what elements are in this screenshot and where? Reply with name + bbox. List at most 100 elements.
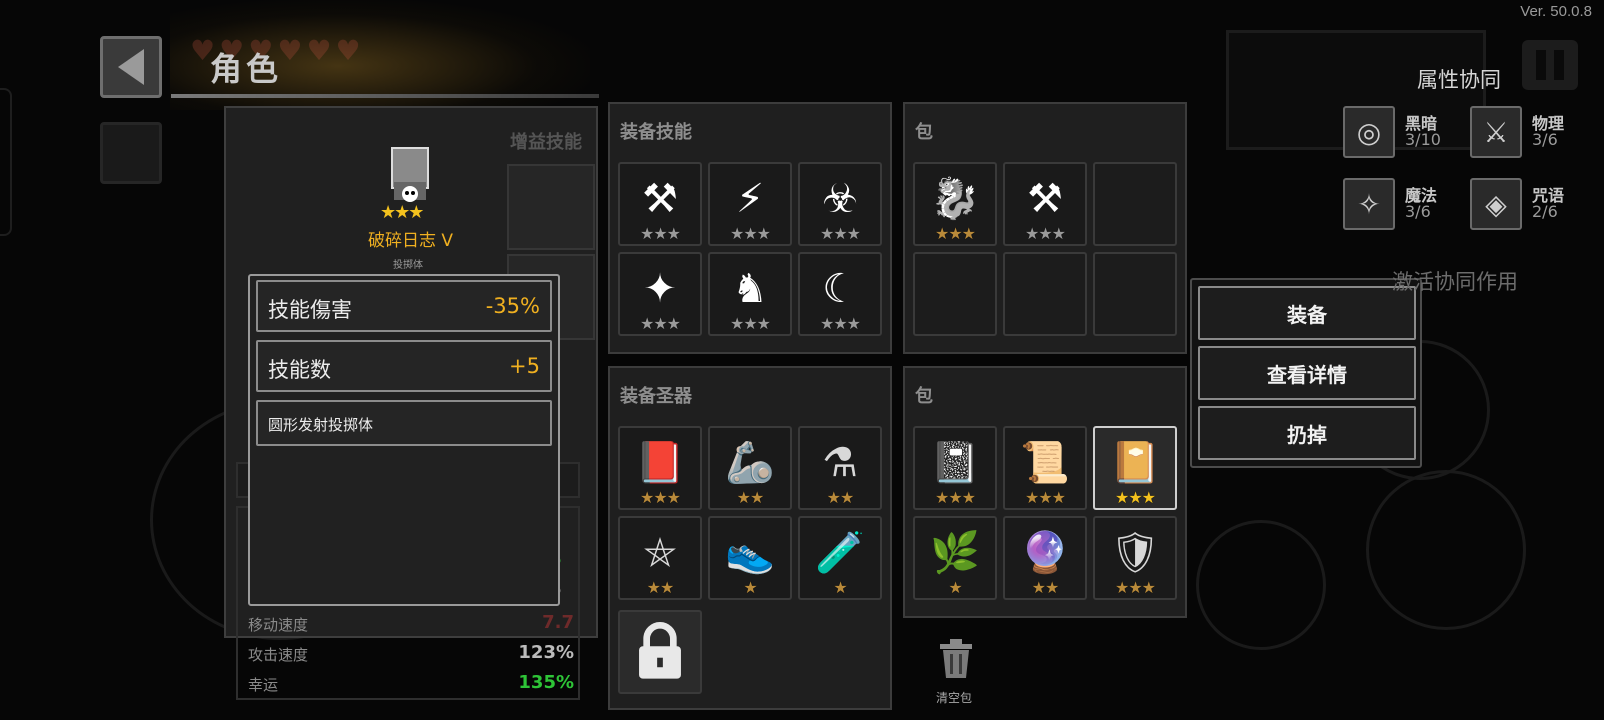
item-tooltip: 技能傷害 -35% 技能数 +5 圆形发射投掷体: [248, 274, 560, 606]
skill-bag-slot[interactable]: [1093, 162, 1177, 246]
synergy-item-spell[interactable]: ◈ 咒语 2/6: [1470, 178, 1604, 234]
star-rating: ★★★: [729, 224, 771, 243]
biohazard-icon: ☣: [822, 176, 858, 222]
star-rating: ★★: [736, 488, 765, 507]
star-rating: ★★: [826, 488, 855, 507]
pause-button[interactable]: [1522, 40, 1578, 90]
star-rating: ★★: [1031, 578, 1060, 597]
star-rating: ★★★: [639, 224, 681, 243]
star-rating: ★★★: [934, 224, 976, 243]
banner-shield-icon: 🛡: [1109, 530, 1161, 576]
synergy-title: 属性协同: [1417, 68, 1501, 92]
tooltip-stat: 技能数 +5: [256, 340, 552, 392]
menu-grid-button[interactable]: [100, 122, 162, 184]
dash-button-ring: [1196, 520, 1326, 650]
skill-bag-slot[interactable]: [913, 252, 997, 336]
crescent-slash-icon: ☾: [822, 266, 858, 312]
skill-bag-slot[interactable]: ⚒ ★★★: [1003, 162, 1087, 246]
star-rating: ★★★: [1114, 578, 1156, 597]
equip-relic-slot[interactable]: 🦾 ★★: [708, 426, 792, 510]
shuriken-icon: ✦: [643, 266, 677, 312]
dragon-icon: 🐉: [930, 176, 980, 222]
spiked-gauntlet-icon: 🦾: [725, 440, 775, 486]
star-diamond-icon: ✧: [1343, 178, 1395, 230]
equip-relic-slot[interactable]: 🧪 ★: [798, 516, 882, 600]
red-boot-icon: 👟: [725, 530, 775, 576]
skill-bag-slot[interactable]: 🐉 ★★★: [913, 162, 997, 246]
synergy-item-physical[interactable]: ⚔ 物理 3/6: [1470, 106, 1604, 162]
skill-bag-title: 包: [915, 122, 933, 143]
relic-bag-slot[interactable]: 📔 ★★★: [1093, 426, 1177, 510]
relic-bag-slot[interactable]: 🛡 ★★★: [1093, 516, 1177, 600]
equip-skill-slot[interactable]: ♞ ★★★: [708, 252, 792, 336]
clear-bag-label[interactable]: 清空包: [936, 689, 972, 706]
stat-label: 移动速度: [248, 616, 309, 634]
star-rating: ★★★: [639, 488, 681, 507]
pentagram-circle-icon: ⛤: [644, 530, 676, 576]
equip-skill-slot[interactable]: ☣ ★★★: [798, 162, 882, 246]
sword-icon: ⚔: [1470, 106, 1522, 158]
discard-button[interactable]: 扔掉: [1198, 406, 1416, 460]
stat-label: 幸运: [248, 676, 279, 694]
synergy-count: 3/6: [1405, 202, 1431, 221]
view-details-button[interactable]: 查看详情: [1198, 346, 1416, 400]
equip-relic-slot[interactable]: ⛤ ★★: [618, 516, 702, 600]
stat-value: 7.7: [542, 612, 574, 633]
equip-button[interactable]: 装备: [1198, 286, 1416, 340]
synergy-count: 3/6: [1532, 130, 1558, 149]
back-arrow-icon: [118, 49, 144, 85]
relic-bag-slot[interactable]: 🌿 ★: [913, 516, 997, 600]
stat-row: 攻击速度 123%: [248, 642, 586, 665]
lock-icon: [639, 622, 681, 679]
buff-skill-slot[interactable]: [507, 164, 595, 250]
lightning-figure-icon: ⚡: [735, 176, 765, 222]
equip-relics-panel: 装备圣器 📕 ★★★ 🦾 ★★ ⚗ ★★ ⛤ ★★ 👟 ★ 🧪 ★: [608, 366, 892, 710]
red-potion-icon: 🧪: [815, 530, 865, 576]
stat-value: 123%: [518, 642, 574, 663]
star-rating: ★★★: [1024, 224, 1066, 243]
stat-value: 135%: [518, 672, 574, 693]
purple-book-icon: 📕: [635, 440, 685, 486]
equip-relic-slot[interactable]: 👟 ★: [708, 516, 792, 600]
star-rating: ★★★: [1024, 488, 1066, 507]
back-button[interactable]: [100, 36, 162, 98]
star-rating: ★: [948, 578, 962, 597]
equip-skill-slot[interactable]: ✦ ★★★: [618, 252, 702, 336]
tooltip-description-text: 圆形发射投掷体: [268, 416, 374, 434]
side-tab: [0, 88, 12, 236]
star-rating: ★★★: [819, 314, 861, 333]
version-label: Ver. 50.0.8: [1520, 3, 1592, 20]
skill-bag-slot[interactable]: [1003, 252, 1087, 336]
star-rating: ★★★: [639, 314, 681, 333]
potion-flask-icon: ⚗: [822, 440, 858, 486]
star-rating: ★★: [646, 578, 675, 597]
relic-bag-slot[interactable]: 📜 ★★★: [1003, 426, 1087, 510]
relic-bag-slot[interactable]: 📓 ★★★: [913, 426, 997, 510]
broken-journal-icon: 📔: [1110, 440, 1160, 486]
star-rating: ★★★: [934, 488, 976, 507]
locked-relic-slot[interactable]: [618, 610, 702, 694]
tooltip-stat-value: -35%: [485, 294, 540, 318]
branch-icon: 🌿: [930, 530, 980, 576]
equip-relics-title: 装备圣器: [620, 386, 692, 407]
trash-icon[interactable]: [936, 638, 976, 680]
equip-relic-slot[interactable]: 📕 ★★★: [618, 426, 702, 510]
equip-skill-slot[interactable]: ⚡ ★★★: [708, 162, 792, 246]
character-subtitle: 投掷体: [393, 260, 423, 271]
equip-skill-slot[interactable]: ⚒ ★★★: [618, 162, 702, 246]
stat-row: 幸运 135%: [248, 672, 586, 695]
star-rating: ★★★: [1114, 488, 1156, 507]
equip-relic-slot[interactable]: ⚗ ★★: [798, 426, 882, 510]
star-rating: ★: [743, 578, 757, 597]
relic-bag-panel: 包 📓 ★★★ 📜 ★★★ 📔 ★★★ 🌿 ★ 🔮 ★★ 🛡 ★★★: [903, 366, 1187, 618]
tooltip-stat-label: 技能傷害: [268, 298, 352, 322]
equip-skill-slot[interactable]: ☾ ★★★: [798, 252, 882, 336]
star-rating: ★★★: [819, 224, 861, 243]
hammer-arrow-icon: ⚒: [1027, 176, 1063, 222]
skill-bag-slot[interactable]: [1093, 252, 1177, 336]
attack-button-ring: [1366, 470, 1526, 630]
relic-bag-slot[interactable]: 🔮 ★★: [1003, 516, 1087, 600]
activate-synergy-label: 激活协同作用: [1392, 270, 1518, 294]
purple-tome-icon: 📓: [930, 440, 980, 486]
buff-skills-title: 增益技能: [510, 132, 582, 153]
